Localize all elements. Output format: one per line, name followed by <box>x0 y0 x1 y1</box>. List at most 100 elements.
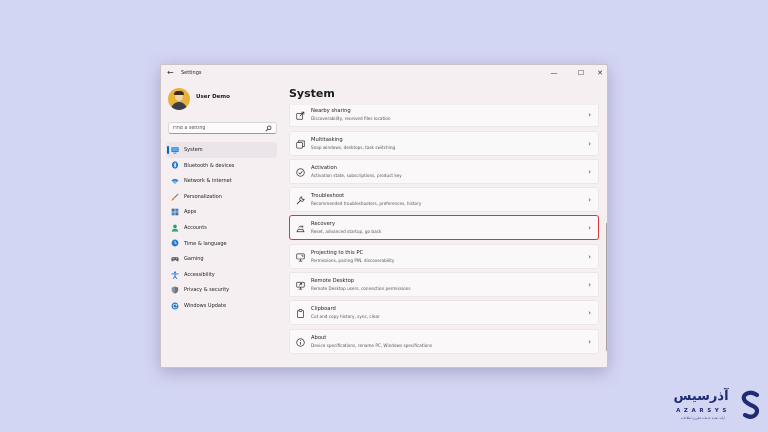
remote-desktop-icon <box>296 281 305 290</box>
chevron-right-icon: › <box>588 111 591 119</box>
main-content: System Nearby sharing Discoverability, r… <box>283 83 607 367</box>
sidebar-item-privacy[interactable]: Privacy & security <box>166 282 277 298</box>
nav-list: System Bluetooth & devices Network & int… <box>166 142 277 314</box>
item-subtitle: Reset, advanced startup, go back <box>311 228 382 234</box>
azarsys-watermark: آذرسیس AZARSYS ارائه دهنده خدمات فناوری … <box>662 381 768 432</box>
clipboard-icon <box>297 309 304 318</box>
item-title: Multitasking <box>311 136 343 143</box>
chevron-right-icon: › <box>588 140 591 148</box>
user-name: User Demo <box>196 94 230 100</box>
search-box[interactable] <box>168 122 277 134</box>
multitasking-icon <box>296 140 305 149</box>
scrollbar[interactable] <box>605 223 607 351</box>
bluetooth-icon <box>171 161 179 170</box>
item-title: Activation <box>311 164 337 171</box>
item-subtitle: Remote Desktop users, connection permiss… <box>311 285 411 291</box>
shield-icon <box>171 286 179 294</box>
sidebar-item-accounts[interactable]: Accounts <box>166 220 277 236</box>
chevron-right-icon: › <box>588 253 591 261</box>
item-subtitle: Permissions, pairing PIN, discoverabilit… <box>311 257 395 263</box>
sidebar-item-label: Time & language <box>184 240 227 247</box>
sidebar-item-label: Personalization <box>184 193 222 200</box>
logo-latin-text: AZARSYS <box>676 408 730 414</box>
brush-icon <box>171 193 179 201</box>
chevron-right-icon: › <box>588 281 591 289</box>
sidebar-item-label: Apps <box>184 209 197 216</box>
search-icon[interactable] <box>265 125 272 132</box>
window-title: Settings <box>181 70 202 76</box>
list-item-about[interactable]: About Device specifications, rename PC, … <box>289 329 599 354</box>
search-input[interactable] <box>173 124 263 133</box>
list-item-remote-desktop[interactable]: Remote Desktop Remote Desktop users, con… <box>289 272 599 297</box>
settings-list: Nearby sharing Discoverability, received… <box>288 105 600 367</box>
sidebar-item-network[interactable]: Network & internet <box>166 173 277 189</box>
item-title: About <box>311 334 327 341</box>
sidebar-item-windows-update[interactable]: Windows Update <box>166 298 277 314</box>
item-title: Clipboard <box>311 305 336 312</box>
item-title: Troubleshoot <box>311 192 345 199</box>
sidebar-item-label: Accessibility <box>184 271 215 278</box>
list-item-recovery[interactable]: Recovery Reset, advanced startup, go bac… <box>289 215 599 240</box>
logo-s-icon <box>741 390 760 419</box>
apps-icon <box>171 208 179 216</box>
sidebar-item-label: Windows Update <box>184 302 227 309</box>
chevron-right-icon: › <box>588 224 591 232</box>
chevron-right-icon: › <box>588 309 591 317</box>
sidebar-item-label: Gaming <box>184 256 204 263</box>
item-subtitle: Recommended troubleshooters, preferences… <box>311 200 422 206</box>
minimize-button[interactable]: — <box>545 67 563 79</box>
sidebar: User Demo System <box>161 83 283 367</box>
title-bar: ← Settings — ☐ ✕ <box>161 65 607 83</box>
item-subtitle: Activation state, subscriptions, product… <box>311 172 402 178</box>
person-icon <box>171 224 179 232</box>
item-subtitle: Discoverability, received files location <box>311 115 391 121</box>
chevron-right-icon: › <box>588 196 591 204</box>
sidebar-item-label: Network & internet <box>184 178 232 185</box>
sidebar-item-system[interactable]: System <box>166 142 277 158</box>
avatar[interactable] <box>168 88 190 110</box>
sidebar-item-label: System <box>184 147 203 153</box>
sidebar-item-gaming[interactable]: Gaming <box>166 251 277 267</box>
accessibility-icon <box>171 270 179 279</box>
chevron-right-icon: › <box>588 168 591 176</box>
item-title: Projecting to this PC <box>311 249 364 256</box>
logo-tagline: ارائه دهنده خدمات فناوری اطلاعات <box>680 416 726 420</box>
maximize-button[interactable]: ☐ <box>572 67 590 79</box>
share-icon <box>296 111 305 120</box>
close-button[interactable]: ✕ <box>591 67 607 79</box>
info-icon <box>296 338 305 347</box>
gamepad-icon <box>171 257 179 262</box>
sidebar-item-personalization[interactable]: Personalization <box>166 189 277 205</box>
chevron-right-icon: › <box>588 338 591 346</box>
sidebar-item-accessibility[interactable]: Accessibility <box>166 267 277 283</box>
recovery-icon <box>296 225 305 233</box>
list-item-activation[interactable]: Activation Activation state, subscriptio… <box>289 159 599 184</box>
item-title: Recovery <box>311 220 336 227</box>
item-subtitle: Cut and copy history, sync, clear <box>311 313 380 319</box>
logo-arabic-text: آذرسیس <box>673 389 729 404</box>
wrench-icon <box>296 196 305 205</box>
sidebar-item-label: Bluetooth & devices <box>184 162 235 169</box>
item-title: Remote Desktop <box>311 277 355 284</box>
item-subtitle: Device specifications, rename PC, Window… <box>311 342 433 348</box>
check-circle-icon <box>296 168 305 177</box>
item-title: Nearby sharing <box>311 107 351 114</box>
projector-icon <box>296 253 305 262</box>
list-item-projecting[interactable]: Projecting to this PC Permissions, pairi… <box>289 244 599 269</box>
sidebar-item-bluetooth[interactable]: Bluetooth & devices <box>166 158 277 174</box>
globe-clock-icon <box>171 239 179 247</box>
sidebar-item-label: Accounts <box>184 224 207 231</box>
list-item-clipboard[interactable]: Clipboard Cut and copy history, sync, cl… <box>289 300 599 325</box>
list-item-troubleshoot[interactable]: Troubleshoot Recommended troubleshooters… <box>289 187 599 212</box>
item-subtitle: Snap windows, desktops, task switching <box>311 144 396 150</box>
sidebar-item-time-language[interactable]: Time & language <box>166 236 277 252</box>
update-icon <box>171 302 179 310</box>
monitor-icon <box>171 146 179 154</box>
page-title: System <box>289 87 335 100</box>
sidebar-item-label: Privacy & security <box>184 287 230 294</box>
list-item-nearby-sharing[interactable]: Nearby sharing Discoverability, received… <box>289 105 599 127</box>
wifi-icon <box>171 178 179 185</box>
back-button[interactable]: ← <box>167 68 174 78</box>
sidebar-item-apps[interactable]: Apps <box>166 204 277 220</box>
list-item-multitasking[interactable]: Multitasking Snap windows, desktops, tas… <box>289 131 599 156</box>
